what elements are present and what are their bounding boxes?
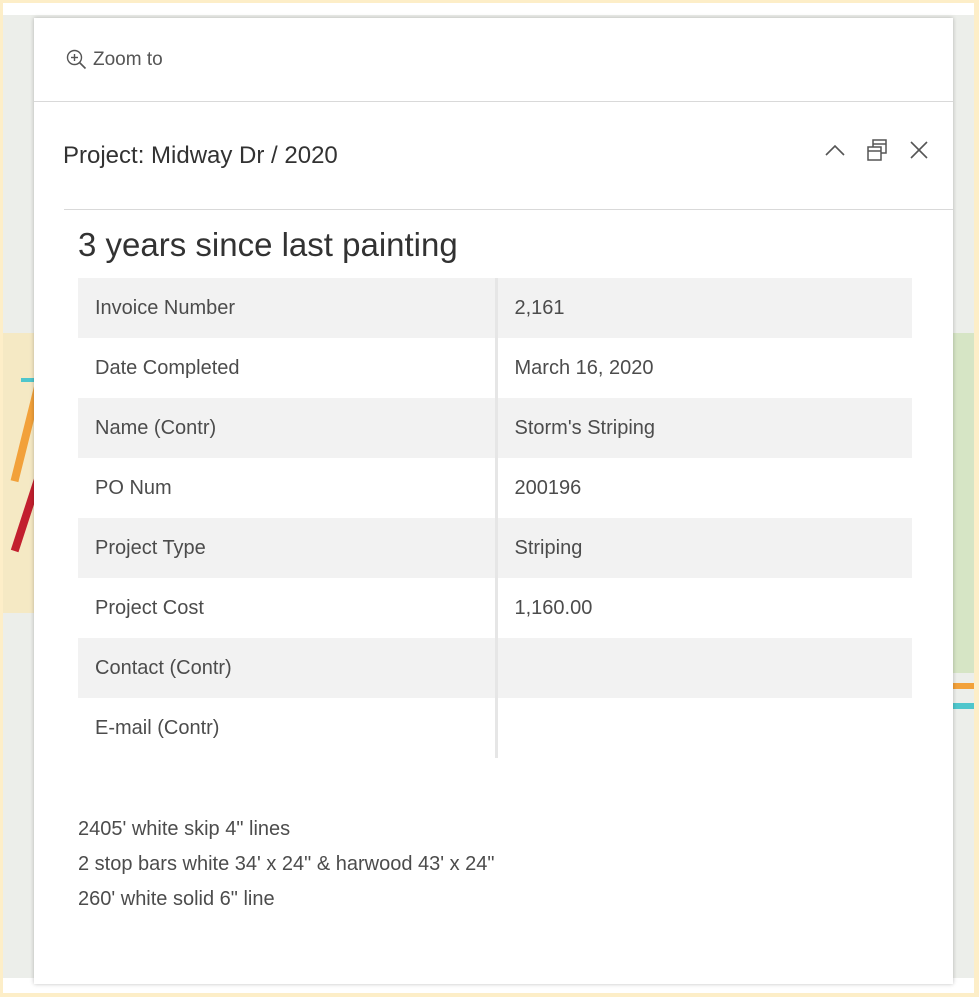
- field-name: E-mail (Contr): [78, 698, 498, 758]
- field-value: [496, 638, 912, 698]
- field-name: Date Completed: [78, 338, 498, 398]
- popup-title: Project: Midway Dr / 2020: [63, 142, 338, 169]
- field-value: Striping: [496, 518, 912, 578]
- field-name: Contact (Contr): [78, 638, 498, 698]
- field-value: Storm's Striping: [496, 398, 912, 458]
- popup-content: 3 years since last painting Invoice Numb…: [34, 226, 953, 917]
- zoom-to-button[interactable]: Zoom to: [66, 49, 163, 71]
- field-value: 200196: [496, 458, 912, 518]
- field-name: Project Cost: [78, 578, 498, 638]
- close-icon: [910, 141, 928, 159]
- chevron-up-icon: [825, 144, 845, 156]
- field-name: Invoice Number: [78, 278, 498, 338]
- note-line: 2405' white skip 4" lines: [78, 818, 291, 840]
- field-name: Name (Contr): [78, 398, 498, 458]
- dock-button[interactable]: [857, 130, 897, 170]
- map-park: [953, 333, 974, 673]
- field-name: PO Num: [78, 458, 498, 518]
- popup-action-bar: Zoom to: [34, 18, 953, 102]
- feature-popup: Zoom to Project: Midway Dr / 2020 3 year…: [34, 18, 953, 984]
- table-row: Project Type Striping: [78, 518, 912, 578]
- popup-header: Project: Midway Dr / 2020: [34, 102, 953, 210]
- zoom-to-label: Zoom to: [93, 48, 163, 70]
- content-heading: 3 years since last painting: [78, 226, 458, 263]
- dock-icon: [867, 139, 887, 161]
- table-row: Contact (Contr): [78, 638, 912, 698]
- note-line: 260' white solid 6" line: [78, 888, 275, 910]
- table-row: Project Cost 1,160.00: [78, 578, 912, 638]
- field-value: [496, 698, 912, 758]
- note-line: 2 stop bars white 34' x 24" & harwood 43…: [78, 853, 495, 875]
- table-row: Invoice Number 2,161: [78, 278, 912, 338]
- table-row: Date Completed March 16, 2020: [78, 338, 912, 398]
- close-button[interactable]: [899, 130, 939, 170]
- collapse-button[interactable]: [815, 130, 855, 170]
- map-road-teal: [21, 378, 35, 382]
- map-road-teal: [953, 703, 974, 709]
- popup-header-buttons: [813, 130, 939, 170]
- header-divider: [64, 209, 953, 210]
- table-row: Name (Contr) Storm's Striping: [78, 398, 912, 458]
- zoom-in-icon: [66, 49, 87, 70]
- field-value: 1,160.00: [496, 578, 912, 638]
- map-road: [3, 3, 974, 15]
- field-value: 2,161: [496, 278, 912, 338]
- field-name: Project Type: [78, 518, 498, 578]
- table-row: E-mail (Contr): [78, 698, 912, 758]
- field-value: March 16, 2020: [496, 338, 912, 398]
- map-road-orange: [953, 683, 974, 689]
- project-notes: 2405' white skip 4" lines 2 stop bars wh…: [78, 812, 911, 917]
- attribute-table: Invoice Number 2,161 Date Completed Marc…: [78, 278, 912, 758]
- table-row: PO Num 200196: [78, 458, 912, 518]
